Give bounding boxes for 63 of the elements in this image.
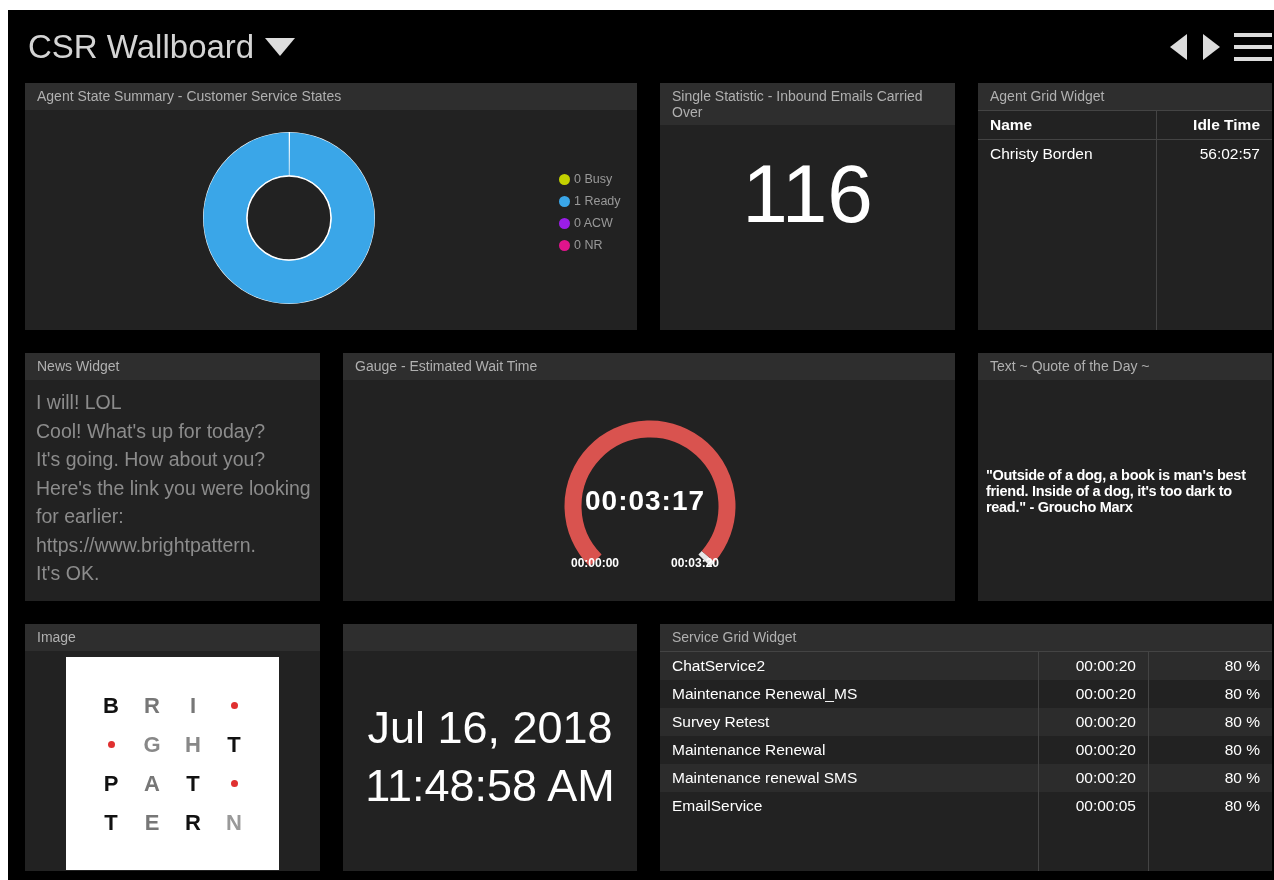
table-cell: 00:00:20 [1038,680,1149,708]
dropdown-caret-icon[interactable] [264,35,297,58]
news-message: It's going. How about you? [36,447,267,472]
table-cell: Maintenance Renewal [660,736,1039,764]
legend-label: 0 ACW [574,216,613,230]
table-cell: 00:00:05 [1038,792,1149,820]
logo-letter: P [103,769,119,798]
table-cell: Maintenance Renewal_MS [660,680,1039,708]
table-cell: 80 % [1148,736,1272,764]
dashboard-title[interactable]: CSR Wallboard [28,27,255,66]
next-icon[interactable] [1202,33,1220,60]
panel-title: Single Statistic - Inbound Emails Carried Over [660,83,955,125]
gauge-value: 00:03:17 [585,485,706,517]
table-cell: 00:00:20 [1038,708,1149,736]
panel-title: Image [25,624,320,651]
legend-label: 0 NR [574,238,603,252]
quote-text: "Outside of a dog, a book is man's best friend. Inside of a dog, it's too dark to read." - Groucho Marx [985,466,1247,515]
logo-letter: I [189,691,197,720]
logo-letter: H [185,730,201,759]
panel-title: Gauge - Estimated Wait Time [343,353,955,380]
table-cell: Survey Retest [660,708,1039,736]
logo-letter: B [103,691,119,720]
table-cell: EmailService [660,792,1039,820]
table-cell: 00:00:20 [1038,736,1149,764]
menu-icon[interactable] [1234,32,1272,61]
logo-letter: G [143,730,161,759]
logo-letter: T [227,730,241,759]
table-cell: 80 % [1148,652,1272,680]
logo-letter: R [185,808,201,837]
table-cell: 80 % [1148,708,1272,736]
logo-letter: T [104,808,118,837]
news-message: It's OK. [36,561,101,586]
table-cell: 80 % [1148,764,1272,792]
column-header: Name [978,111,1157,140]
date-text: Jul 16, 2018 [366,701,614,755]
legend-label: 0 Busy [574,172,613,186]
logo-letter: R [144,691,160,720]
table-cell: Christy Borden [978,139,1157,168]
legend-label: 1 Ready [574,194,621,208]
table-cell: Maintenance renewal SMS [660,764,1039,792]
panel-title: Agent Grid Widget [978,83,1272,110]
panel-title: Agent State Summary - Customer Service States [25,83,637,110]
news-message: Cool! What's up for today? [36,418,267,444]
table-cell: ChatService2 [660,652,1039,680]
logo-letter: E [144,808,160,837]
previous-icon[interactable] [1170,33,1188,60]
logo-letter: A [144,769,160,798]
time-text: 11:48:58 AM [365,759,615,813]
table-cell: 00:00:20 [1038,764,1149,792]
panel-title: Service Grid Widget [660,624,1272,651]
panel-title: Text ~ Quote of the Day ~ [978,353,1272,380]
news-message: Here's the link you were looking for earlier: https://www.brightpattern. [36,475,312,558]
logo-letter: N [226,808,242,837]
logo-letter: T [186,769,200,798]
column-header: Idle Time [1156,111,1272,140]
gauge-min-label: 00:00:00 [571,556,620,570]
news-message: I will! LOL [36,390,123,415]
table-cell: 80 % [1148,680,1272,708]
panel-title: News Widget [25,353,320,380]
table-cell: 56:02:57 [1156,139,1272,168]
statistic-value: 116 [742,147,873,241]
table-cell: 00:00:20 [1038,652,1149,680]
table-cell: 80 % [1148,792,1272,820]
